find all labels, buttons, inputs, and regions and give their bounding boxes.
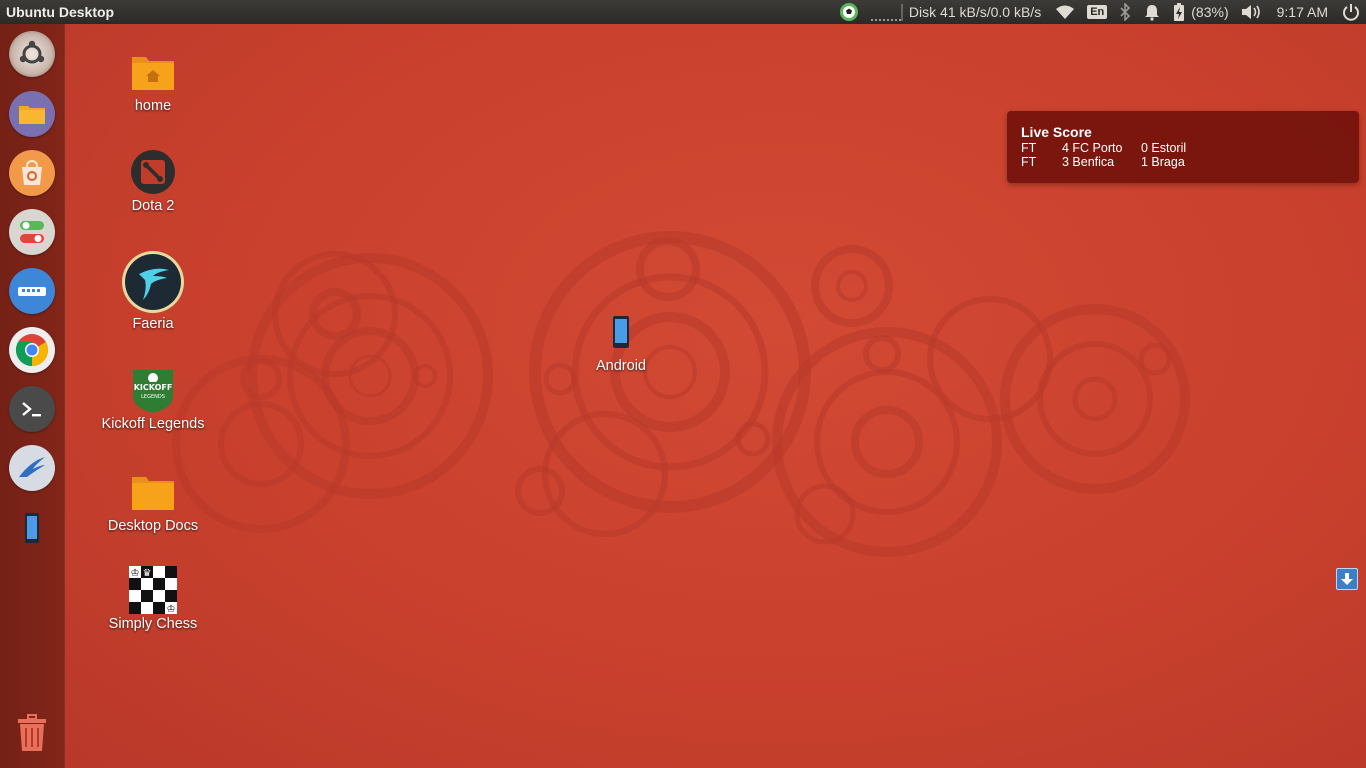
chrome-icon[interactable] [9,327,55,373]
dota2-icon [129,148,177,196]
active-app-title: Ubuntu Desktop [6,4,115,20]
files-icon[interactable] [9,91,55,137]
terminal-icon[interactable] [9,386,55,432]
top-panel: Ubuntu Desktop Disk 41 kB/s/0.0 kB/s En … [0,0,1366,24]
kickoff-badge-bottom-text: LEGENDS [141,394,165,400]
score-row: FT 4 FC Porto 0 Estoril [1021,141,1345,155]
desktop-icon-faeria[interactable]: Faeria [88,250,218,332]
desktop-icon-simply-chess[interactable]: ♔ ♛ ♛ ♔ Simply Chess [88,566,218,632]
battery-percentage: (83%) [1191,4,1229,20]
live-score-widget[interactable]: Live Score FT 4 FC Porto 0 Estoril FT 3 … [1007,111,1359,183]
live-score-title: Live Score [1021,124,1092,140]
app-bird-icon[interactable] [9,445,55,491]
session-power-icon[interactable] [1342,0,1360,24]
trash-icon[interactable] [9,710,55,756]
volume-icon[interactable] [1241,0,1263,24]
desktop-icon-label: Simply Chess [108,616,198,632]
desktop-icon-desktop-docs[interactable]: Desktop Docs [88,468,218,534]
keyboard-layout-indicator[interactable]: En [1087,0,1108,24]
desktop-icon-label: Desktop Docs [107,518,199,534]
desktop-icon-android[interactable]: Android [556,308,686,374]
desktop-icon-home[interactable]: home [88,48,218,114]
faeria-icon [121,250,185,314]
indicator-area: Disk 41 kB/s/0.0 kB/s En (83%) 9:17 AM [827,0,1360,24]
svg-text:♛: ♛ [143,568,152,579]
wifi-icon[interactable] [1055,0,1075,24]
launcher [0,24,65,768]
kickoff-badge-top-text: KICKOFF [134,383,173,392]
match-status: FT [1021,155,1037,169]
score-row: FT 3 Benfica 1 Braga [1021,155,1345,169]
home-team-score: 3 Benfica [1062,155,1115,169]
home-team-score: 4 FC Porto [1062,141,1123,155]
system-load-graph-icon[interactable] [869,0,903,24]
desktop-icon-dota2[interactable]: Dota 2 [88,148,218,214]
match-status: FT [1021,141,1037,155]
chessboard-icon: ♔ ♛ ♛ ♔ [129,566,177,614]
svg-text:♔: ♔ [167,604,176,614]
desktop-icon-label: home [134,98,172,114]
ubuntu-dash-icon[interactable] [9,31,55,77]
desktop-icon-label: Faeria [132,316,174,332]
desktop-icon-label: Android [596,358,646,374]
network-manager-icon[interactable] [9,268,55,314]
desktop-icon-kickoff-legends[interactable]: KICKOFF LEGENDS Kickoff Legends [88,366,218,432]
kickoff-legends-icon: KICKOFF LEGENDS [129,366,177,414]
folder-icon [129,468,177,516]
software-center-icon[interactable] [9,150,55,196]
bluetooth-icon[interactable] [1119,0,1131,24]
android-phone-icon [597,308,645,356]
svg-text:♔: ♔ [131,568,140,579]
svg-text:♛: ♛ [155,604,164,614]
desktop-icon-label: Kickoff Legends [101,416,205,432]
settings-toggle-icon[interactable] [9,209,55,255]
home-folder-icon [129,48,177,96]
away-team-score: 1 Braga [1141,155,1185,169]
keyboard-layout-label: En [1087,5,1108,19]
battery-icon[interactable]: (83%) [1173,0,1229,24]
android-phone-icon[interactable] [9,505,55,551]
away-team-score: 0 Estoril [1141,141,1187,155]
notification-bell-icon[interactable] [1143,0,1161,24]
download-arrow-icon[interactable] [1336,568,1358,590]
disk-activity-indicator[interactable]: Disk 41 kB/s/0.0 kB/s [909,0,1041,24]
soccer-ball-icon[interactable] [839,0,859,24]
desktop-icon-label: Dota 2 [131,198,175,214]
clock[interactable]: 9:17 AM [1277,0,1328,24]
